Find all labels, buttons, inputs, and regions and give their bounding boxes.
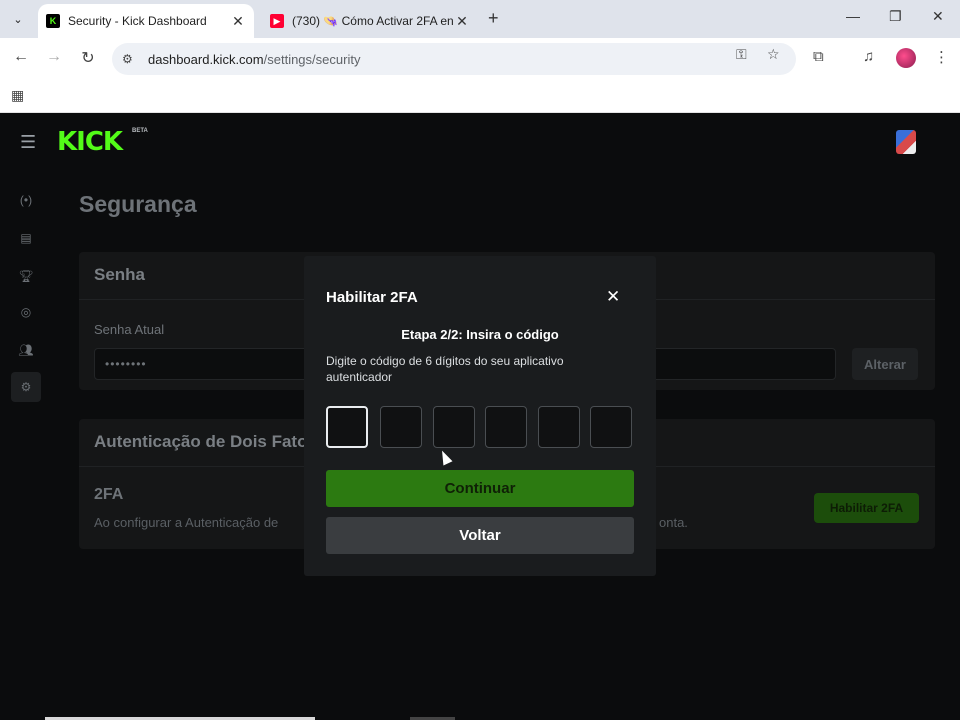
change-password-button[interactable]: Alterar bbox=[852, 348, 918, 380]
extensions-icon[interactable]: ⧉ bbox=[813, 48, 824, 65]
address-bar[interactable]: ⚙ dashboard.kick.com/settings/security bbox=[112, 43, 796, 75]
new-tab-plus-icon[interactable]: + bbox=[488, 8, 499, 29]
youtube-favicon-icon: ▶ bbox=[270, 14, 284, 28]
modal-title: Habilitar 2FA bbox=[326, 289, 418, 306]
otp-digit-4-input[interactable] bbox=[485, 406, 527, 448]
sidebar-item-analytics[interactable]: ▤ bbox=[11, 223, 41, 253]
sidebar-item-moderation[interactable]: ◎ bbox=[11, 297, 41, 327]
apps-grid-icon[interactable]: ▦ bbox=[11, 87, 24, 104]
bookmark-star-icon[interactable]: ☆ bbox=[767, 46, 780, 63]
bookmarks-bar: ▦ bbox=[0, 80, 960, 113]
sidebar-item-settings[interactable]: ⚙ bbox=[11, 372, 41, 402]
top-nav: ☰ KICK BETA bbox=[0, 113, 960, 169]
url-path: /settings/security bbox=[263, 51, 361, 67]
gear-icon: ⚙ bbox=[20, 380, 32, 394]
tab-close-icon[interactable]: ✕ bbox=[454, 13, 470, 30]
twofa-description: Ao configurar a Autenticação de bbox=[94, 515, 279, 530]
page-title: Segurança bbox=[79, 191, 197, 217]
browser-toolbar: ← → ↻ ⚙ dashboard.kick.com/settings/secu… bbox=[0, 38, 960, 80]
reload-icon[interactable]: ↻ bbox=[77, 48, 99, 68]
tab-title: Security - Kick Dashboard bbox=[68, 14, 207, 28]
tab-youtube-video[interactable]: ▶ (730) 👒 Cómo Activar 2FA en K ✕ bbox=[262, 4, 478, 38]
enable-2fa-modal: Habilitar 2FA ✕ Etapa 2/2: Insira o códi… bbox=[304, 256, 656, 576]
back-button[interactable]: Voltar bbox=[326, 517, 634, 554]
current-password-label: Senha Atual bbox=[94, 322, 165, 337]
browser-tab-bar: ⌄ K Security - Kick Dashboard ✕ ▶ (730) … bbox=[0, 0, 960, 38]
otp-digit-1-input[interactable] bbox=[326, 406, 368, 448]
continue-button[interactable]: Continuar bbox=[326, 470, 634, 507]
minimize-icon[interactable]: — bbox=[846, 8, 860, 24]
window-close-icon[interactable]: ✕ bbox=[932, 8, 944, 25]
sidebar: (•) ▤ 🏆︎ ◎ 👥︎ ⚙ bbox=[0, 169, 54, 720]
users-icon: 👥︎ bbox=[18, 343, 34, 357]
kick-favicon-icon: K bbox=[46, 14, 60, 28]
tab-security-kick-dashboard[interactable]: K Security - Kick Dashboard ✕ bbox=[38, 4, 254, 38]
sidebar-item-community[interactable]: 👥︎ bbox=[11, 335, 41, 365]
more-menu-icon[interactable]: ⋮ bbox=[934, 48, 949, 66]
password-key-icon[interactable]: ⚿ bbox=[736, 46, 747, 63]
media-control-icon[interactable]: ♫ bbox=[863, 48, 874, 65]
twofa-description-tail: onta. bbox=[659, 515, 688, 530]
chart-icon: ▤ bbox=[20, 231, 32, 245]
profile-avatar[interactable] bbox=[896, 48, 916, 68]
user-avatar[interactable] bbox=[896, 130, 916, 154]
broadcast-icon: (•) bbox=[19, 193, 33, 207]
site-info-icon[interactable]: ⚙ bbox=[122, 52, 138, 66]
back-arrow-icon[interactable]: ← bbox=[10, 48, 32, 66]
tab-search-chevron-icon[interactable]: ⌄ bbox=[6, 8, 30, 30]
restore-icon[interactable]: ❐ bbox=[889, 8, 902, 25]
trophy-icon: 🏆︎ bbox=[18, 269, 34, 283]
hamburger-menu-icon[interactable]: ☰ bbox=[20, 132, 36, 153]
sidebar-item-stream[interactable]: (•) bbox=[11, 185, 41, 215]
twofa-title: 2FA bbox=[94, 486, 124, 503]
otp-digit-2-input[interactable] bbox=[380, 406, 422, 448]
otp-digit-3-input[interactable] bbox=[433, 406, 475, 448]
close-icon[interactable]: ✕ bbox=[606, 287, 620, 307]
target-icon: ◎ bbox=[20, 305, 32, 319]
enable-2fa-button[interactable]: Habilitar 2FA bbox=[814, 493, 919, 523]
modal-description: Digite o código de 6 dígitos do seu apli… bbox=[326, 354, 564, 384]
url-text: dashboard.kick.com/settings/security bbox=[148, 52, 360, 67]
forward-arrow-icon[interactable]: → bbox=[43, 48, 65, 66]
beta-badge: BETA bbox=[132, 128, 148, 134]
tab-title: (730) 👒 Cómo Activar 2FA en K bbox=[292, 14, 454, 28]
otp-digit-6-input[interactable] bbox=[590, 406, 632, 448]
url-host: dashboard.kick.com bbox=[148, 51, 264, 67]
otp-digit-5-input[interactable] bbox=[538, 406, 580, 448]
tab-close-icon[interactable]: ✕ bbox=[230, 13, 246, 30]
sidebar-item-achievements[interactable]: 🏆︎ bbox=[11, 261, 41, 291]
modal-step-heading: Etapa 2/2: Insira o código bbox=[401, 327, 559, 342]
kick-logo[interactable]: KICK bbox=[57, 127, 123, 157]
